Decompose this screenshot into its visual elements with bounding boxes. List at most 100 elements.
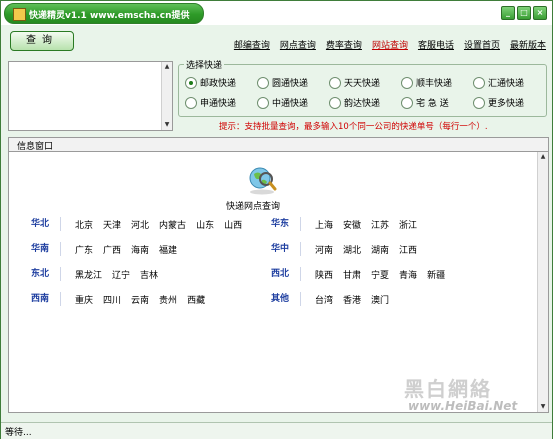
nav-service-phone[interactable]: 客服电话 — [418, 38, 454, 51]
radio-dot[interactable] — [185, 76, 197, 89]
city-link[interactable]: 甘肃 — [343, 268, 361, 281]
window-controls: _ □ × — [501, 6, 547, 20]
radio-dot[interactable] — [185, 96, 197, 109]
radio-dot[interactable] — [473, 76, 485, 89]
city-link[interactable]: 海南 — [131, 243, 149, 256]
city-link[interactable]: 浙江 — [399, 218, 417, 231]
region-name[interactable]: 华南 — [20, 242, 61, 256]
city-link[interactable]: 辽宁 — [112, 268, 130, 281]
city-link[interactable]: 天津 — [103, 218, 121, 231]
region-name[interactable]: 西北 — [260, 267, 301, 281]
region-name[interactable]: 其他 — [260, 292, 301, 306]
radio-sto[interactable]: 申通快递 — [185, 96, 236, 109]
city-link[interactable]: 宁夏 — [371, 268, 389, 281]
radio-dot[interactable] — [257, 96, 269, 109]
app-icon — [13, 8, 26, 21]
region-name[interactable]: 华中 — [260, 242, 301, 256]
radio-zjs[interactable]: 宅 急 送 — [401, 96, 449, 109]
scroll-up-icon[interactable]: ▲ — [162, 62, 172, 72]
city-link[interactable]: 青海 — [399, 268, 417, 281]
scroll-down-icon[interactable]: ▼ — [162, 120, 172, 130]
scroll-up-icon[interactable]: ▲ — [538, 152, 548, 162]
radio-sf[interactable]: 顺丰快递 — [401, 76, 452, 89]
radio-huitong[interactable]: 汇通快递 — [473, 76, 524, 89]
radio-dot[interactable] — [401, 76, 413, 89]
nav-branch-query[interactable]: 网点查询 — [280, 38, 316, 51]
city-link[interactable]: 贵州 — [159, 293, 177, 306]
city-link[interactable]: 安徽 — [343, 218, 361, 231]
city-link[interactable]: 四川 — [103, 293, 121, 306]
city-link[interactable]: 江苏 — [371, 218, 389, 231]
nav-set-homepage[interactable]: 设置首页 — [464, 38, 500, 51]
radio-yunda[interactable]: 韵达快递 — [329, 96, 380, 109]
city-link[interactable]: 重庆 — [75, 293, 93, 306]
region-row: 华中 河南 湖北 湖南 江西 — [260, 242, 417, 256]
city-list: 河南 湖北 湖南 江西 — [315, 243, 417, 256]
city-link[interactable]: 河南 — [315, 243, 333, 256]
radio-more[interactable]: 更多快递 — [473, 96, 524, 109]
city-link[interactable]: 河北 — [131, 218, 149, 231]
minimize-button[interactable]: _ — [501, 6, 515, 20]
watermark: 黑白網絡 www.HeiBai.Net — [396, 373, 546, 413]
region-row: 华东 上海 安徽 江苏 浙江 — [260, 217, 417, 231]
close-button[interactable]: × — [533, 6, 547, 20]
globe-search-icon — [249, 167, 277, 195]
info-window-header: 信息窗口 — [8, 137, 549, 152]
region-name[interactable]: 华东 — [260, 217, 301, 231]
city-link[interactable]: 陕西 — [315, 268, 333, 281]
city-list: 陕西 甘肃 宁夏 青海 新疆 — [315, 268, 445, 281]
city-link[interactable]: 湖北 — [343, 243, 361, 256]
radio-zto[interactable]: 中通快递 — [257, 96, 308, 109]
region-name[interactable]: 西南 — [20, 292, 61, 306]
window-title: 快递精灵v1.1 www.emscha.cn提供 — [29, 11, 190, 21]
city-link[interactable]: 广东 — [75, 243, 93, 256]
city-link[interactable]: 西藏 — [187, 293, 205, 306]
nav-latest-version[interactable]: 最新版本 — [510, 38, 546, 51]
radio-dot[interactable] — [473, 96, 485, 109]
input-scrollbar[interactable]: ▲ ▼ — [161, 62, 172, 130]
radio-dot[interactable] — [329, 76, 341, 89]
nav-website-query[interactable]: 网站查询 — [372, 38, 408, 51]
city-list: 黑龙江 辽宁 吉林 — [75, 268, 158, 281]
city-link[interactable]: 福建 — [159, 243, 177, 256]
city-link[interactable]: 香港 — [343, 293, 361, 306]
city-link[interactable]: 吉林 — [140, 268, 158, 281]
maximize-button[interactable]: □ — [517, 6, 531, 20]
region-row: 东北 黑龙江 辽宁 吉林 — [20, 267, 158, 281]
city-link[interactable]: 北京 — [75, 218, 93, 231]
region-row: 西南 重庆 四川 云南 贵州 西藏 — [20, 292, 205, 306]
city-link[interactable]: 湖南 — [371, 243, 389, 256]
city-link[interactable]: 云南 — [131, 293, 149, 306]
radio-dot[interactable] — [257, 76, 269, 89]
nav-rate-query[interactable]: 费率查询 — [326, 38, 362, 51]
radio-ems[interactable]: 邮政快递 — [185, 76, 236, 89]
region-name[interactable]: 东北 — [20, 267, 61, 281]
radio-dot[interactable] — [329, 96, 341, 109]
city-link[interactable]: 新疆 — [427, 268, 445, 281]
city-link[interactable]: 山西 — [224, 218, 242, 231]
city-link[interactable]: 上海 — [315, 218, 333, 231]
minimize-icon: _ — [506, 8, 510, 17]
status-text: 等待... — [5, 428, 32, 438]
express-group-label: 选择快递 — [184, 58, 225, 71]
radio-tiantian[interactable]: 天天快递 — [329, 76, 380, 89]
city-link[interactable]: 内蒙古 — [159, 218, 186, 231]
city-link[interactable]: 山东 — [196, 218, 214, 231]
nav-postcode-query[interactable]: 邮编查询 — [234, 38, 270, 51]
city-link[interactable]: 广西 — [103, 243, 121, 256]
city-list: 重庆 四川 云南 贵州 西藏 — [75, 293, 205, 306]
top-nav: 邮编查询 网点查询 费率查询 网站查询 客服电话 设置首页 最新版本 — [234, 38, 546, 51]
city-link[interactable]: 澳门 — [371, 293, 389, 306]
city-link[interactable]: 江西 — [399, 243, 417, 256]
tracking-number-input[interactable]: ▲ ▼ — [8, 61, 173, 131]
radio-yto[interactable]: 圆通快递 — [257, 76, 308, 89]
region-row: 华南 广东 广西 海南 福建 — [20, 242, 177, 256]
query-button[interactable]: 查询 — [10, 31, 74, 51]
region-row: 其他 台湾 香港 澳门 — [260, 292, 389, 306]
region-row: 华北 北京 天津 河北 内蒙古 山东 山西 — [20, 217, 242, 231]
city-link[interactable]: 台湾 — [315, 293, 333, 306]
region-name[interactable]: 华北 — [20, 217, 61, 231]
city-link[interactable]: 黑龙江 — [75, 268, 102, 281]
watermark-url: www.HeiBai.Net — [408, 399, 518, 413]
radio-dot[interactable] — [401, 96, 413, 109]
